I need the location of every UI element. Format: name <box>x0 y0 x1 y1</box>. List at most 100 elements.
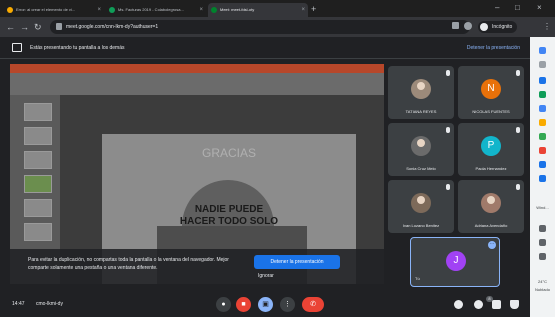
mic-off-icon <box>446 70 450 76</box>
app-icon[interactable] <box>539 161 546 168</box>
present-button[interactable]: ▣ <box>258 297 273 312</box>
participant-avatar <box>411 136 431 156</box>
maximize-icon[interactable]: □ <box>515 3 520 13</box>
duplication-warning: Para evitar la duplicación, no compartas… <box>10 249 384 284</box>
weather-desc: Nublado <box>535 287 550 292</box>
participant-avatar <box>411 79 431 99</box>
forward-icon[interactable]: → <box>20 21 29 33</box>
weather-temp: 24°C <box>538 279 547 284</box>
app-icon[interactable] <box>539 239 546 246</box>
participant-avatar <box>411 193 431 213</box>
info-icon[interactable] <box>454 300 463 309</box>
ppt-title-bar <box>10 64 384 73</box>
chat-icon[interactable] <box>492 300 501 309</box>
browser-tab-bar: Error: al crear el elemento de vi... × M… <box>0 0 555 17</box>
incognito-icon <box>480 23 488 31</box>
tab-favicon-icon <box>7 7 13 13</box>
camera-off-button[interactable]: ■ <box>236 297 251 312</box>
browser-tab-1[interactable]: Error: al crear el elemento de vi... × <box>4 3 104 17</box>
slide-thumbnail <box>24 103 52 121</box>
slide-title: GRACIAS <box>201 146 256 160</box>
app-icon[interactable] <box>539 133 546 140</box>
leave-call-button[interactable]: ✆ <box>302 297 324 312</box>
close-tab-icon[interactable]: × <box>97 3 101 17</box>
mic-off-icon <box>516 127 520 133</box>
participant-name: Sonia Cruz Melo <box>406 166 436 171</box>
ppt-ribbon <box>10 73 384 95</box>
slide-text-line1: NADIE PUEDE <box>194 204 264 215</box>
self-avatar: J <box>446 251 466 271</box>
browser-tab-meet[interactable]: Meet: meet-fdsl-oty × <box>208 3 308 17</box>
participant-avatar: P <box>481 136 501 156</box>
slide-thumbnail <box>24 199 52 217</box>
warning-text: Para evitar la duplicación, no compartas… <box>28 257 229 271</box>
browser-tab-2[interactable]: Ms. Facturas 2019 - Colabolegrosa... × <box>106 3 206 17</box>
app-icon[interactable] <box>539 147 546 154</box>
star-icon[interactable] <box>464 22 472 30</box>
participant-tile[interactable]: Sonia Cruz Melo <box>388 123 454 176</box>
close-tab-icon[interactable]: × <box>301 3 305 17</box>
person-icon[interactable] <box>539 61 546 68</box>
more-options-icon[interactable]: ⋯ <box>488 241 496 249</box>
tab-favicon-icon <box>109 7 115 13</box>
meeting-code: cmo-lkmi-dy <box>36 301 63 307</box>
minimize-icon[interactable]: – <box>495 3 499 13</box>
stop-presenting-link[interactable]: Detener la presentación <box>467 37 520 59</box>
url-text: meet.google.com/cnn-lkm-dy?authuser=1 <box>66 24 159 30</box>
presenting-banner: Estás presentando tu pantalla a los demá… <box>0 37 530 59</box>
participant-tile[interactable]: TATIANA REYES <box>388 66 454 119</box>
mic-off-icon <box>446 184 450 190</box>
mic-off-icon <box>516 184 520 190</box>
slide-thumbnail <box>24 127 52 145</box>
meet-controls-bar: 14:47 cmo-lkmi-dy ● ■ ▣ ⋮ ✆ 8 <box>0 292 530 317</box>
participant-name: Adriana Avendaño <box>474 223 508 228</box>
people-icon[interactable] <box>474 300 483 309</box>
participant-name: Ivan Lozano Benitez <box>402 223 440 228</box>
address-bar[interactable]: meet.google.com/cnn-lkm-dy?authuser=1 <box>50 20 470 34</box>
present-screen-icon <box>12 43 22 52</box>
meeting-time: 14:47 <box>12 301 25 307</box>
shared-screen: GRACIAS NADIE PUEDE HACER TODO SOLO Para… <box>10 64 384 284</box>
side-label: Wind... <box>536 205 549 210</box>
back-icon[interactable]: ← <box>6 21 15 33</box>
windows-side-panel: Wind... 24°C Nublado <box>530 37 555 317</box>
participant-name: NICOLAS FUENTES <box>472 109 510 114</box>
participant-tile[interactable]: N NICOLAS FUENTES <box>458 66 524 119</box>
participant-avatar <box>481 193 501 213</box>
slide-text-line2: HACER TODO SOLO <box>179 216 279 227</box>
slide-thumbnail <box>24 175 52 193</box>
app-icon[interactable] <box>539 105 546 112</box>
search-icon[interactable] <box>539 47 546 54</box>
app-icon[interactable] <box>539 77 546 84</box>
profile-button[interactable]: Incógnito <box>478 21 518 33</box>
stop-presenting-button[interactable]: Detener la presentación <box>254 255 340 269</box>
mic-off-icon <box>446 127 450 133</box>
banner-text: Estás presentando tu pantalla a los demá… <box>30 45 125 51</box>
mic-off-icon <box>516 70 520 76</box>
menu-icon[interactable]: ⋮ <box>543 21 551 33</box>
folder-icon[interactable] <box>539 119 546 126</box>
app-icon[interactable] <box>539 175 546 182</box>
participant-name: Paola Hernandez <box>475 166 507 171</box>
participant-name: TATIANA REYES <box>405 109 437 114</box>
lock-icon <box>56 23 62 30</box>
new-tab-button[interactable]: + <box>311 3 316 15</box>
close-window-icon[interactable]: × <box>537 3 542 13</box>
app-icon[interactable] <box>539 225 546 232</box>
participant-tile[interactable]: P Paola Hernandez <box>458 123 524 176</box>
close-tab-icon[interactable]: × <box>199 3 203 17</box>
camera-indicator-icon[interactable] <box>452 22 459 29</box>
more-options-button[interactable]: ⋮ <box>280 297 295 312</box>
mic-button[interactable]: ● <box>216 297 231 312</box>
app-icon[interactable] <box>539 253 546 260</box>
browser-toolbar: ← → ↻ meet.google.com/cnn-lkm-dy?authuse… <box>0 17 555 37</box>
reload-icon[interactable]: ↻ <box>34 21 42 33</box>
self-name: Tú <box>415 276 420 281</box>
self-tile[interactable]: ⋯ J Tú <box>410 237 500 287</box>
participant-tile[interactable]: Adriana Avendaño <box>458 180 524 233</box>
activities-icon[interactable] <box>510 300 519 309</box>
ignore-button[interactable]: Ignorar <box>258 273 278 279</box>
app-icon[interactable] <box>539 91 546 98</box>
slide-thumbnail <box>24 151 52 169</box>
participant-tile[interactable]: Ivan Lozano Benitez <box>388 180 454 233</box>
